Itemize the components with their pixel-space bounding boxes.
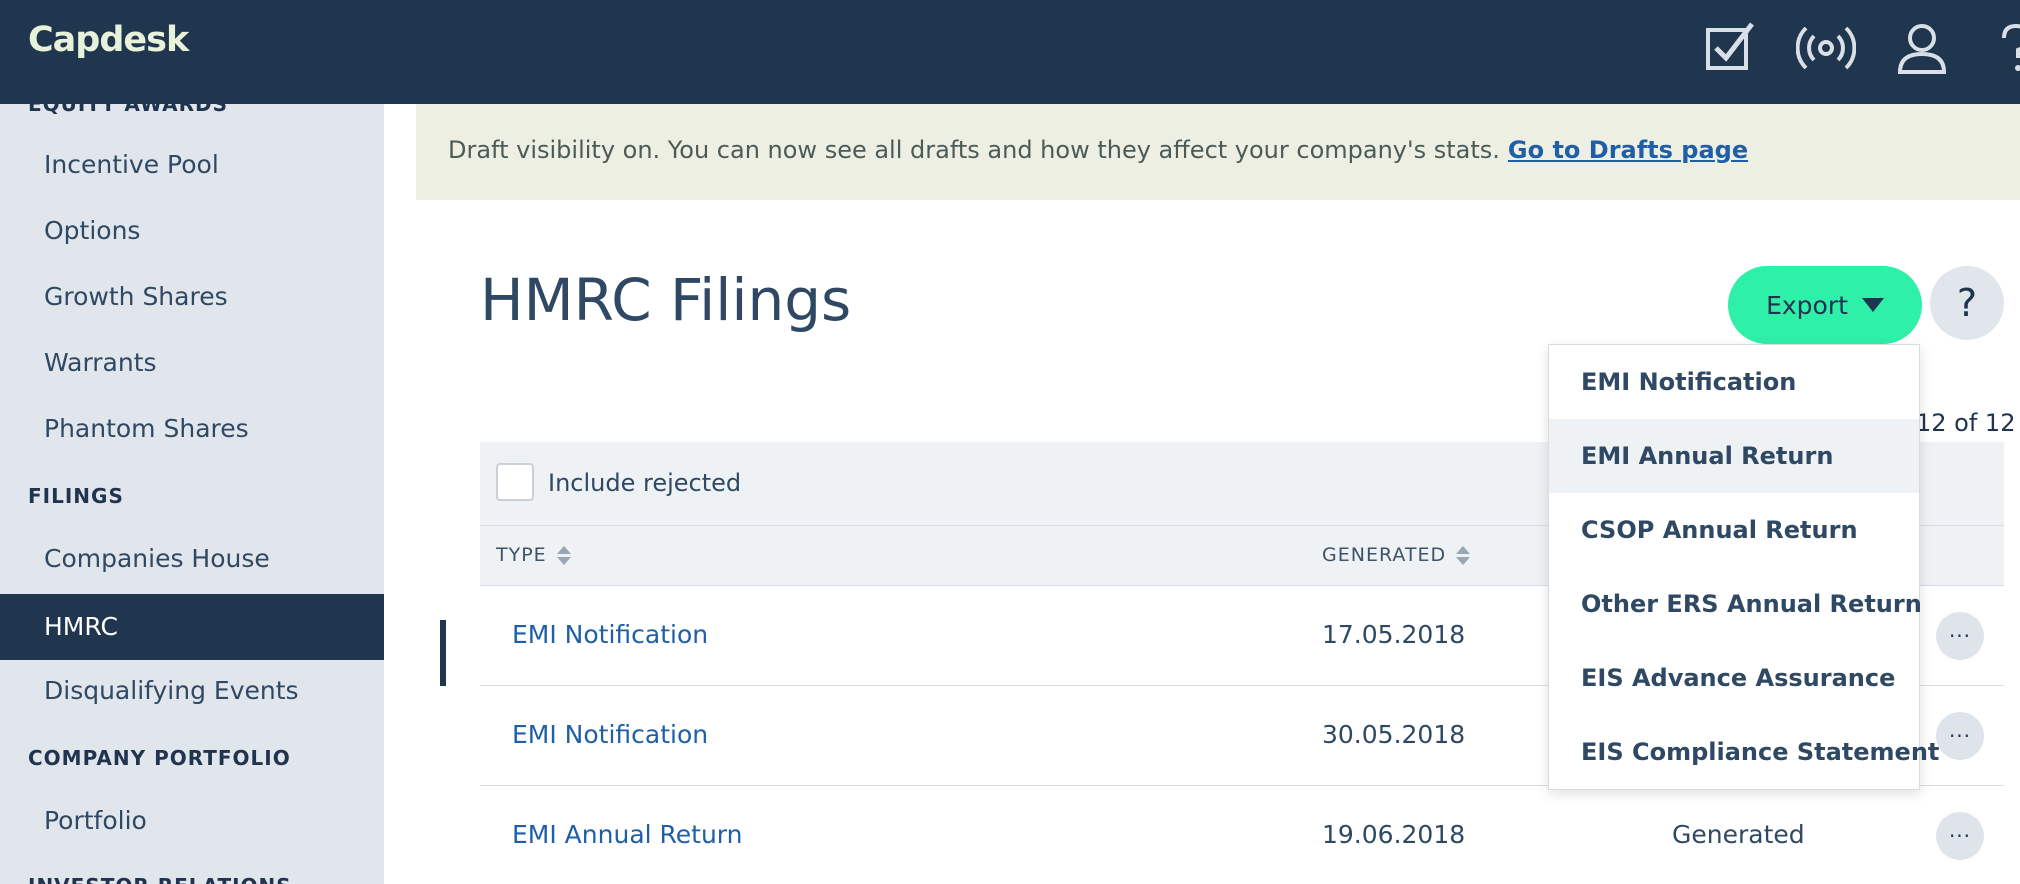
export-option-eis-advance-assurance[interactable]: EIS Advance Assurance (1549, 641, 1919, 715)
more-icon: ··· (1948, 824, 1972, 848)
column-header-type[interactable]: TYPE (496, 544, 571, 566)
filing-generated-date: 30.05.2018 (1322, 720, 1466, 749)
sort-icon (1456, 545, 1471, 565)
help-icon[interactable] (1986, 18, 2020, 78)
go-to-drafts-link[interactable]: Go to Drafts page (1508, 136, 1748, 164)
filing-generated-date: 17.05.2018 (1322, 620, 1466, 649)
row-focus-indicator (440, 620, 446, 686)
top-navigation-bar: Capdesk (0, 0, 2020, 104)
export-option-eis-compliance-statement[interactable]: EIS Compliance Statement (1549, 715, 1939, 789)
table-row: EMI Annual Return 19.06.2018 Generated ·… (480, 786, 2004, 884)
export-option-csop-annual-return[interactable]: CSOP Annual Return (1549, 493, 1919, 567)
filing-type-link[interactable]: EMI Notification (512, 620, 708, 649)
sidebar-item-warrants[interactable]: Warrants (0, 330, 384, 396)
sidebar: EQUITY AWARDS Incentive Pool Options Gro… (0, 104, 384, 884)
sidebar-heading-equity-awards: EQUITY AWARDS (28, 104, 229, 116)
sidebar-item-disqualifying-events[interactable]: Disqualifying Events (0, 658, 384, 724)
sidebar-item-options[interactable]: Options (0, 198, 384, 264)
sidebar-item-phantom-shares[interactable]: Phantom Shares (0, 396, 384, 462)
banner-message: Draft visibility on. You can now see all… (448, 136, 1500, 164)
filing-type-link[interactable]: EMI Annual Return (512, 820, 743, 849)
export-option-emi-notification[interactable]: EMI Notification (1549, 345, 1919, 419)
filing-generated-date: 19.06.2018 (1322, 820, 1466, 849)
column-header-generated-label: GENERATED (1322, 544, 1447, 566)
page-title: HMRC Filings (480, 266, 852, 334)
sidebar-heading-company-portfolio: COMPANY PORTFOLIO (28, 746, 291, 770)
filing-status: Generated (1672, 820, 1805, 849)
sidebar-item-portfolio[interactable]: Portfolio (0, 788, 384, 854)
export-button[interactable]: Export (1728, 266, 1922, 344)
sidebar-item-incentive-pool[interactable]: Incentive Pool (0, 132, 384, 198)
row-actions-button[interactable]: ··· (1936, 712, 1984, 760)
sidebar-item-hmrc[interactable]: HMRC (0, 594, 384, 660)
capdesk-logo[interactable]: Capdesk (28, 20, 189, 60)
column-header-generated[interactable]: GENERATED (1322, 544, 1471, 566)
checklist-icon[interactable] (1700, 18, 1760, 78)
caret-down-icon (1861, 298, 1884, 312)
column-header-type-label: TYPE (496, 544, 547, 566)
results-count: 12 of 12 (1916, 409, 2016, 437)
include-rejected-checkbox[interactable] (496, 463, 534, 501)
more-icon: ··· (1948, 624, 1972, 648)
row-actions-button[interactable]: ··· (1936, 612, 1984, 660)
include-rejected-label[interactable]: Include rejected (548, 469, 741, 497)
draft-visibility-banner: Draft visibility on. You can now see all… (416, 104, 2020, 200)
sidebar-heading-filings: FILINGS (28, 484, 124, 508)
export-button-label: Export (1766, 290, 1848, 320)
broadcast-icon[interactable] (1795, 18, 1857, 78)
page-help-button[interactable]: ? (1930, 266, 2004, 340)
question-mark-icon: ? (1956, 281, 1978, 325)
row-actions-button[interactable]: ··· (1936, 812, 1984, 860)
filing-type-link[interactable]: EMI Notification (512, 720, 708, 749)
export-dropdown-menu: EMI Notification EMI Annual Return CSOP … (1548, 344, 1939, 790)
export-option-other-ers-annual-return[interactable]: Other ERS Annual Return (1549, 567, 1922, 641)
sidebar-item-companies-house[interactable]: Companies House (0, 526, 384, 592)
user-icon[interactable] (1892, 18, 1952, 78)
sidebar-heading-investor-relations: INVESTOR RELATIONS (28, 874, 292, 884)
sort-icon (556, 545, 571, 565)
export-option-emi-annual-return[interactable]: EMI Annual Return (1549, 419, 1919, 493)
more-icon: ··· (1948, 724, 1972, 748)
sidebar-item-growth-shares[interactable]: Growth Shares (0, 264, 384, 330)
